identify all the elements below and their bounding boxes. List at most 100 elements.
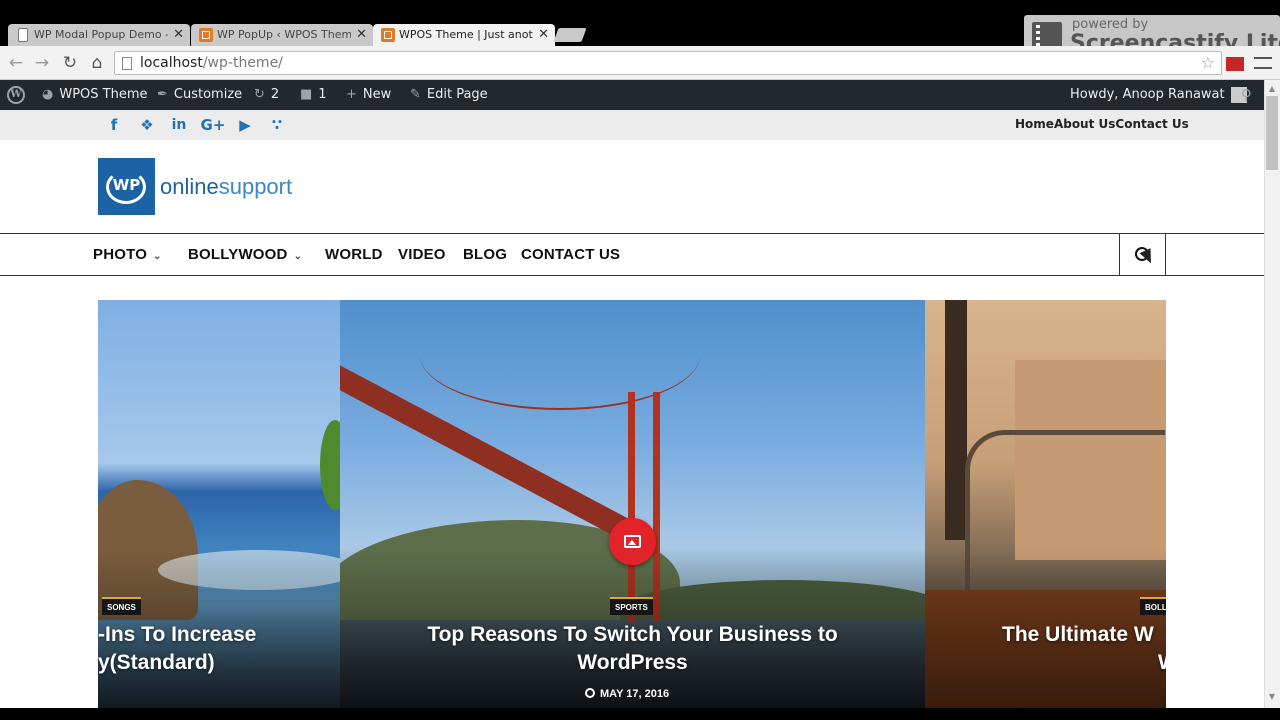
- dashboard-icon: ◕: [42, 87, 54, 102]
- main-navigation: PHOTO ⌄ BOLLYWOOD ⌄ WORLD VIDEO BLOG CONTA…: [0, 233, 1264, 276]
- menu-icon[interactable]: [1254, 57, 1272, 69]
- comment-icon: ■: [300, 87, 313, 102]
- search-toggle-button[interactable]: [1119, 234, 1166, 275]
- brush-icon: ✒: [157, 87, 168, 102]
- page-scrollbar[interactable]: [1264, 80, 1280, 708]
- admin-new-label: New: [362, 87, 392, 102]
- youtube-icon[interactable]: ▶: [234, 115, 256, 135]
- admin-site-link[interactable]: ◕ WPOS Theme: [42, 80, 148, 110]
- photo-format-button[interactable]: [609, 518, 656, 565]
- chevron-down-icon: ⌄: [293, 251, 303, 262]
- browser-tab-active[interactable]: WPOS Theme | Just anoth ✕: [373, 24, 555, 46]
- chevron-down-icon: ⌄: [153, 251, 162, 262]
- category-badge[interactable]: BOLL: [1140, 597, 1166, 615]
- admin-customize-link[interactable]: ✒ Customize: [157, 80, 242, 110]
- forward-icon[interactable]: →: [31, 52, 53, 74]
- nav-item-blog[interactable]: BLOG: [463, 246, 507, 263]
- admin-customize-label: Customize: [173, 87, 243, 102]
- clock-icon: [585, 688, 595, 698]
- slide-title-line: W: [1002, 649, 1166, 677]
- bottom-bar: [0, 708, 1280, 720]
- category-badge[interactable]: SPORTS: [610, 597, 653, 615]
- page-icon: [122, 57, 132, 70]
- facebook-icon[interactable]: f: [103, 115, 125, 135]
- top-links: HomeAbout UsContact Us: [1015, 117, 1189, 131]
- close-icon[interactable]: ✕: [173, 24, 184, 46]
- top-link-contact[interactable]: Contact Us: [1115, 117, 1188, 131]
- slide-title-line: WordPress: [577, 651, 688, 674]
- admin-edit-page-link[interactable]: ✎ Edit Page: [410, 80, 488, 110]
- browser-toolbar: ← → ↻ ⌂ localhost/wp-theme/ ☆: [0, 46, 1280, 80]
- admin-updates-link[interactable]: ↻ 2: [254, 80, 279, 110]
- new-tab-button[interactable]: [553, 28, 587, 42]
- slide-title[interactable]: -Ins To Increase y(Standard): [98, 621, 256, 677]
- admin-edit-label: Edit Page: [426, 87, 488, 102]
- browser-window: WP Modal Popup Demo - ✕ WP PopUp ‹ WPOS …: [0, 0, 1280, 720]
- site-logo-mark[interactable]: WP: [98, 158, 155, 215]
- top-link-home[interactable]: Home: [1015, 117, 1054, 131]
- address-bar[interactable]: localhost/wp-theme/ ☆: [114, 51, 1222, 75]
- slide-title[interactable]: The Ultimate W W: [1002, 621, 1166, 677]
- updates-icon: ↻: [254, 87, 265, 102]
- twitter-icon[interactable]: ❖: [136, 115, 158, 135]
- bookmark-star-icon[interactable]: ☆: [1201, 53, 1215, 72]
- slide-title-line: -Ins To Increase: [98, 623, 257, 646]
- wp-admin-bar: W ◕ WPOS Theme ✒ Customize ↻ 2 ■ 1 + New ✎ Edi…: [0, 80, 1264, 110]
- url-host: localhost: [140, 55, 203, 71]
- url-path: /wp-theme/: [202, 55, 283, 71]
- image-icon: [624, 535, 641, 548]
- slide-date-text: MAY 17, 2016: [600, 688, 670, 700]
- slide-date: MAY 17, 2016: [585, 688, 669, 700]
- top-link-about[interactable]: About Us: [1054, 117, 1115, 131]
- googleplus-icon[interactable]: G+: [200, 115, 226, 135]
- tab-title: WP Modal Popup Demo -: [34, 28, 168, 41]
- mouse-cursor: [1139, 248, 1157, 266]
- slide-image-tree: [945, 300, 967, 540]
- home-icon[interactable]: ⌂: [86, 52, 108, 74]
- nav-label: BLOG: [463, 246, 508, 263]
- back-icon[interactable]: ←: [5, 52, 27, 74]
- tab-title: WP PopUp ‹ WPOS Theme: [217, 28, 351, 41]
- nav-label: CONTACT US: [521, 246, 621, 263]
- linkedin-icon[interactable]: in: [168, 115, 190, 135]
- site-logo-text[interactable]: onlinesupport: [160, 174, 292, 200]
- scrollbar-thumb[interactable]: [1266, 96, 1278, 170]
- scroll-up-arrow-icon[interactable]: ▲: [1266, 84, 1278, 93]
- nav-item-video[interactable]: VIDEO: [398, 246, 446, 263]
- admin-comments-link[interactable]: ■ 1: [300, 80, 327, 110]
- admin-search-icon[interactable]: ⚲: [1241, 80, 1252, 110]
- close-icon[interactable]: ✕: [356, 24, 367, 46]
- site-topbar: f ❖ in G+ ▶ ∵ HomeAbout UsContact Us: [0, 110, 1264, 140]
- reload-icon[interactable]: ↻: [59, 52, 81, 74]
- nav-item-photo[interactable]: PHOTO ⌄: [93, 246, 162, 263]
- nav-item-world[interactable]: WORLD: [325, 246, 383, 263]
- admin-account-menu[interactable]: Howdy, Anoop Ranawat: [1070, 80, 1247, 110]
- watermark-line1: powered by: [1072, 17, 1149, 32]
- scroll-down-arrow-icon[interactable]: ▼: [1266, 692, 1278, 701]
- slide-title[interactable]: Top Reasons To Switch Your Business to W…: [340, 621, 925, 677]
- extension-icon[interactable]: [1226, 57, 1244, 71]
- nav-item-bollywood[interactable]: BOLLYWOOD ⌄: [188, 246, 302, 263]
- rss-icon[interactable]: ∵: [266, 115, 288, 135]
- nav-item-contact-us[interactable]: CONTACT US: [521, 246, 620, 263]
- category-badge[interactable]: SONGS: [102, 597, 141, 615]
- browser-tab[interactable]: WP PopUp ‹ WPOS Theme ✕: [191, 24, 373, 46]
- nav-label: VIDEO: [398, 246, 446, 263]
- updates-count: 2: [270, 87, 280, 102]
- slide-image-palm: [320, 420, 340, 510]
- close-icon[interactable]: ✕: [538, 24, 549, 46]
- admin-new-link[interactable]: + New: [346, 80, 391, 110]
- browser-tab[interactable]: WP Modal Popup Demo - ✕: [8, 24, 190, 46]
- document-icon: [18, 28, 28, 42]
- comments-count: 1: [318, 87, 327, 102]
- plus-icon: +: [346, 87, 357, 102]
- pencil-icon: ✎: [410, 87, 421, 102]
- nav-label: PHOTO: [93, 246, 148, 263]
- wordpress-logo-icon[interactable]: W: [7, 86, 25, 104]
- tab-title: WPOS Theme | Just anoth: [399, 28, 533, 41]
- nav-label: BOLLYWOOD: [188, 246, 288, 263]
- slide-title-line: The Ultimate W: [1002, 623, 1154, 646]
- url-text[interactable]: localhost/wp-theme/: [140, 55, 283, 71]
- admin-site-label: WPOS Theme: [59, 87, 148, 102]
- logo-mark-text: WP: [112, 176, 141, 194]
